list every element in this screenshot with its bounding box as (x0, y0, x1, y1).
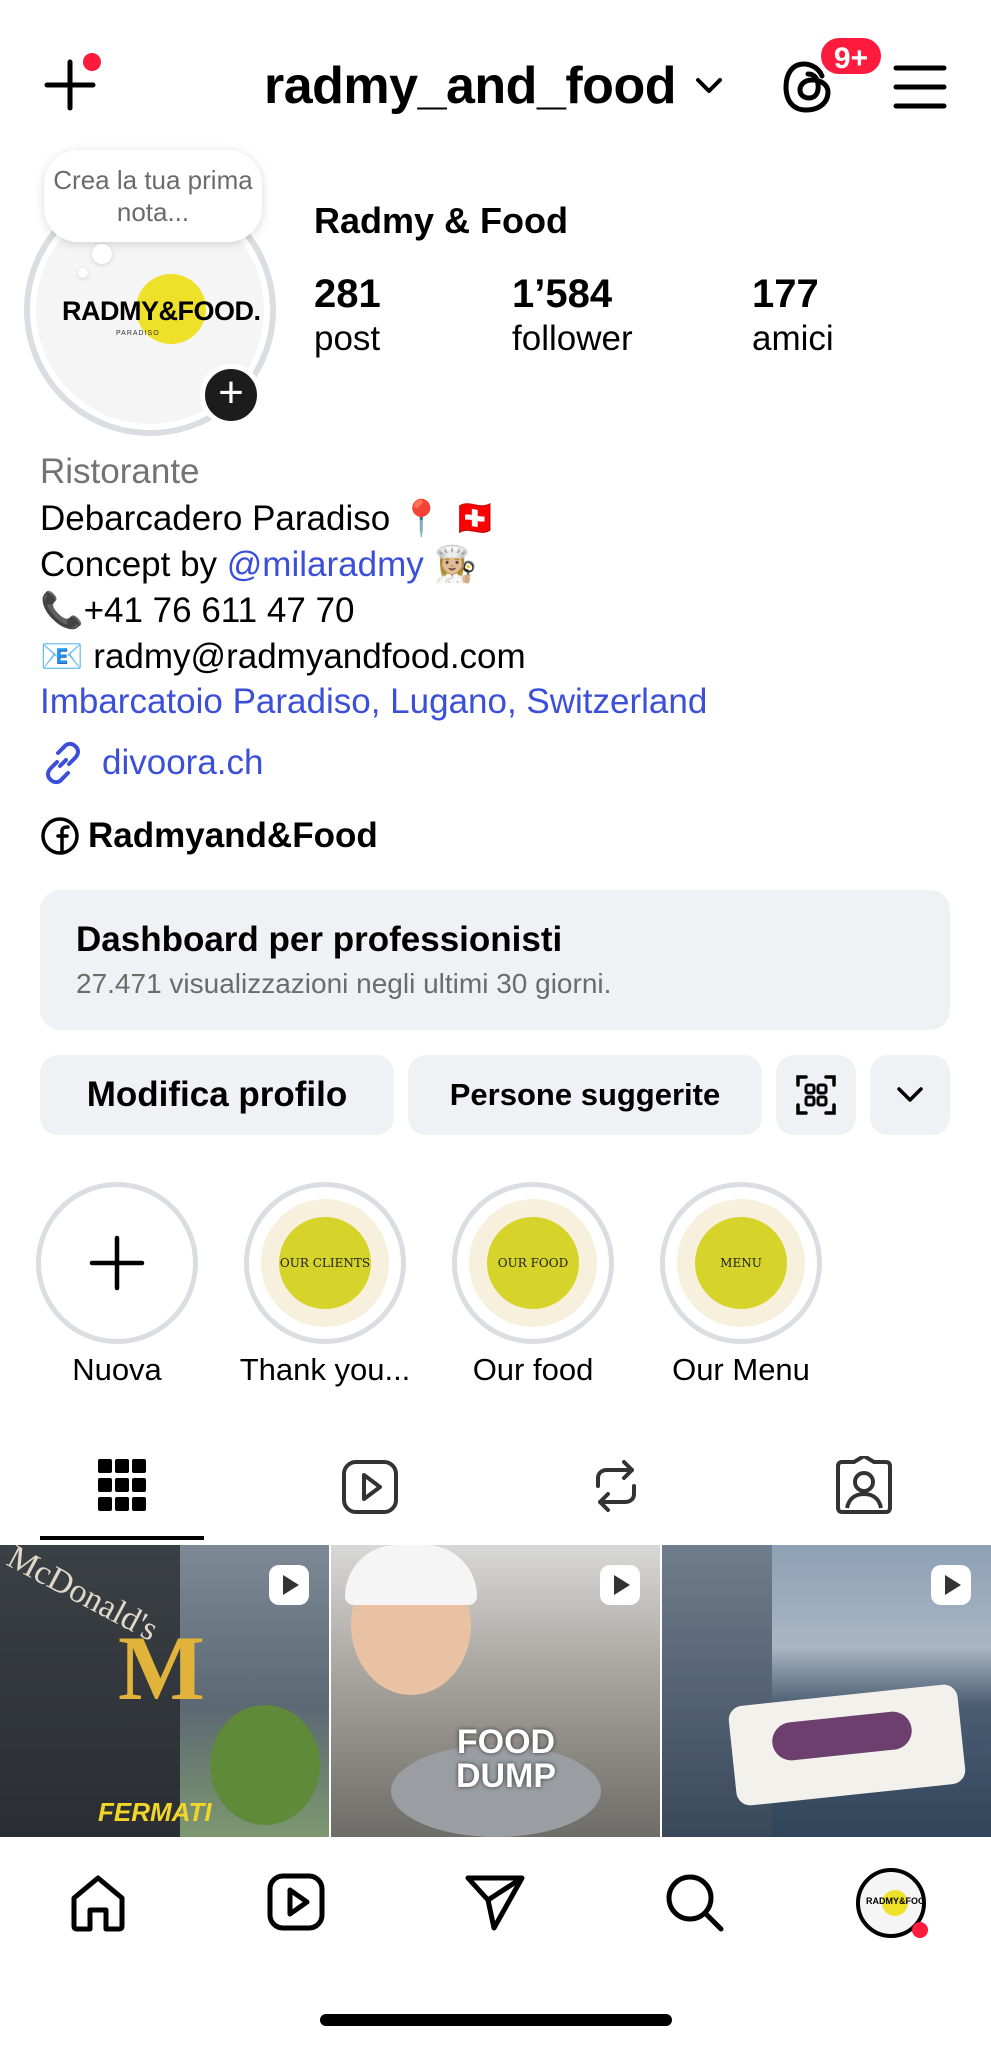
active-tab-indicator (40, 1536, 204, 1540)
chevron-down-icon (897, 1087, 923, 1102)
bio-line-concept: Concept by @milaradmy 👩🏼‍🍳 (40, 544, 477, 585)
nav-home[interactable] (68, 1872, 128, 1934)
stat-value: 177 (752, 272, 819, 316)
tree-image (210, 1705, 320, 1825)
highlight-label: Nuova (72, 1352, 162, 1387)
display-name: Radmy & Food (314, 200, 569, 241)
chef-hat-image (345, 1545, 477, 1605)
tab-reels[interactable] (340, 1458, 400, 1516)
plus-icon (89, 1235, 145, 1291)
send-icon (465, 1875, 525, 1931)
logo-subtext: PARADISO (116, 330, 160, 337)
highlight-our-menu[interactable]: MENU (660, 1182, 822, 1344)
reels-icon (267, 1873, 325, 1931)
reel-icon (600, 1565, 640, 1605)
post-caption: FOOD DUMP (455, 1723, 557, 1795)
tagged-person-icon (836, 1454, 892, 1514)
reel-icon (931, 1565, 971, 1605)
highlight-label: Our food (472, 1352, 594, 1387)
menu-button[interactable] (892, 62, 948, 112)
stat-following[interactable]: 177 amici (752, 272, 834, 359)
highlight-thank-you[interactable]: OUR CLIENTS (244, 1182, 406, 1344)
highlight-label: Our Menu (672, 1352, 810, 1387)
stat-value: 281 (314, 272, 381, 316)
plus-icon (44, 53, 101, 111)
facebook-name: Radmyand&Food (88, 816, 378, 855)
note-tail-dot (92, 244, 112, 264)
tab-tagged[interactable] (834, 1454, 894, 1516)
grid-post[interactable] (662, 1545, 991, 1837)
bio-phone: 📞+41 76 611 47 70 (40, 591, 355, 630)
qr-code-button[interactable] (776, 1055, 856, 1135)
nav-messages[interactable] (464, 1872, 526, 1932)
edit-profile-button[interactable]: Modifica profilo (40, 1055, 394, 1135)
profile-notification-dot (912, 1922, 928, 1938)
hamburger-menu-icon (893, 65, 947, 109)
note-placeholder: Crea la tua prima nota... (53, 165, 253, 227)
profile-avatar-text: RADMY&FOOD. (866, 1896, 925, 1906)
suggested-people-button[interactable]: Persone suggerite (408, 1055, 762, 1135)
create-button[interactable] (40, 52, 102, 114)
reels-icon (342, 1460, 398, 1514)
nav-reels[interactable] (266, 1872, 326, 1932)
repost-icon (596, 1460, 636, 1512)
highlight-cover: OUR FOOD (487, 1217, 579, 1309)
reel-icon (269, 1565, 309, 1605)
username: radmy_and_food (264, 57, 676, 115)
facebook-icon (41, 817, 79, 855)
dashboard-title: Dashboard per professionisti (76, 920, 563, 959)
edit-profile-label: Modifica profilo (86, 1075, 348, 1114)
stat-value: 1’584 (512, 272, 613, 316)
grid-post[interactable]: McDonald's M FERMATI (0, 1545, 329, 1837)
dashboard-subtitle: 27.471 visualizzazioni negli ultimi 30 g… (76, 968, 612, 999)
highlight-label: Thank you... (239, 1352, 411, 1387)
suggested-people-label: Persone suggerite (449, 1077, 721, 1112)
more-options-button[interactable] (870, 1055, 950, 1135)
tab-reposts[interactable] (588, 1456, 644, 1516)
stat-followers[interactable]: 1’584 follower (512, 272, 633, 359)
website-text: divoora.ch (102, 743, 264, 782)
professional-dashboard[interactable]: Dashboard per professionisti 27.471 visu… (40, 890, 950, 1030)
search-icon (666, 1874, 724, 1932)
add-story-button[interactable]: + (200, 364, 262, 426)
qr-code-icon (796, 1075, 836, 1115)
tab-posts-grid[interactable] (96, 1456, 148, 1514)
stat-posts[interactable]: 281 post (314, 272, 381, 359)
stat-label: follower (512, 319, 633, 358)
home-icon (71, 1875, 125, 1932)
nav-search[interactable] (664, 1872, 726, 1934)
grid-icon (98, 1459, 146, 1511)
bio-category: Ristorante (40, 452, 200, 491)
note-tail-dot-small (78, 268, 88, 278)
chevron-down-icon[interactable] (694, 74, 724, 98)
stat-label: amici (752, 319, 834, 358)
bio-line-location: Debarcadero Paradiso 📍 🇨🇭 (40, 499, 497, 538)
facebook-link[interactable]: Radmyand&Food (40, 816, 378, 856)
highlight-our-food[interactable]: OUR FOOD (452, 1182, 614, 1344)
bio-email: 📧 radmy@radmyandfood.com (40, 637, 526, 676)
post-caption: FERMATI (98, 1797, 212, 1827)
notification-badge: 9+ (818, 35, 884, 77)
mention-link[interactable]: @milaradmy (227, 545, 424, 584)
bio-concept-suffix: 👩🏼‍🍳 (423, 545, 478, 584)
highlight-cover: OUR CLIENTS (279, 1217, 371, 1309)
stat-label: post (314, 319, 381, 358)
link-icon (46, 741, 80, 785)
logo-text: RADMY&FOOD. (62, 296, 261, 326)
bio-concept-prefix: Concept by (40, 545, 227, 584)
website-link[interactable]: divoora.ch (40, 740, 263, 786)
location-link[interactable]: Imbarcatoio Paradiso, Lugano, Switzerlan… (40, 682, 707, 722)
grid-post[interactable]: FOOD DUMP (331, 1545, 660, 1837)
note-bubble[interactable]: Crea la tua prima nota... (44, 150, 262, 242)
home-indicator (320, 2014, 672, 2026)
account-switcher[interactable]: radmy_and_food (264, 56, 676, 116)
highlight-new[interactable] (36, 1182, 198, 1344)
highlight-cover: MENU (695, 1217, 787, 1309)
mcdonalds-arch-image: M (118, 1617, 205, 1719)
